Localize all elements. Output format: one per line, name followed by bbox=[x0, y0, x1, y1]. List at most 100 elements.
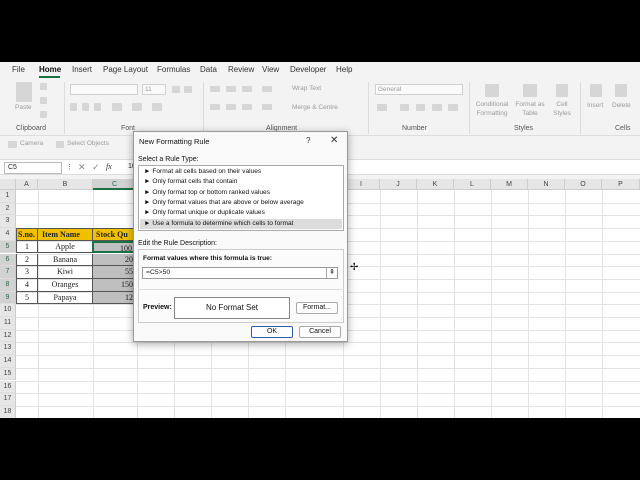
ok-button[interactable]: OK bbox=[251, 326, 293, 338]
tab-home[interactable]: Home bbox=[39, 65, 61, 74]
collapse-dialog-icon[interactable]: ⇞ bbox=[326, 268, 337, 278]
row-header[interactable]: 17 bbox=[0, 393, 16, 406]
cancel-entry-icon[interactable]: ✕ bbox=[78, 162, 86, 173]
align-left-icon[interactable] bbox=[210, 104, 220, 110]
insert-cells-icon[interactable] bbox=[590, 84, 602, 97]
column-header[interactable]: P bbox=[602, 179, 640, 190]
font-name-box[interactable] bbox=[70, 84, 138, 95]
row-header[interactable]: 4 bbox=[0, 228, 16, 241]
delete-cells-button[interactable]: Delete bbox=[612, 102, 631, 109]
row-header[interactable]: 11 bbox=[0, 317, 16, 330]
borders-icon[interactable] bbox=[112, 103, 122, 111]
table-cell-item[interactable]: Papaya bbox=[37, 291, 93, 305]
cell-styles-icon[interactable] bbox=[556, 84, 568, 97]
conditional-formatting-button[interactable]: Conditional Formatting bbox=[473, 100, 511, 118]
align-bottom-icon[interactable] bbox=[242, 86, 252, 92]
table-header-sno[interactable]: S.no. bbox=[16, 228, 38, 241]
confirm-entry-icon[interactable]: ✓ bbox=[92, 162, 100, 173]
conditional-formatting-icon[interactable] bbox=[485, 84, 499, 97]
name-box[interactable]: C5 bbox=[4, 162, 62, 174]
align-center-icon[interactable] bbox=[226, 104, 236, 110]
cell-styles-button[interactable]: Cell Styles bbox=[550, 100, 574, 118]
tab-help[interactable]: Help bbox=[336, 65, 352, 74]
percent-icon[interactable] bbox=[400, 104, 409, 111]
rule-type-item-selected[interactable]: ► Use a formula to determine which cells… bbox=[140, 218, 342, 229]
column-header[interactable]: M bbox=[491, 179, 528, 190]
decrease-font-icon[interactable] bbox=[184, 86, 192, 93]
row-header[interactable]: 18 bbox=[0, 405, 16, 418]
row-header[interactable]: 13 bbox=[0, 342, 16, 356]
table-header-stock[interactable]: Stock Qu bbox=[92, 228, 137, 241]
row-header[interactable]: 16 bbox=[0, 380, 16, 394]
tab-view[interactable]: View bbox=[262, 65, 279, 74]
insert-cells-button[interactable]: Insert bbox=[587, 102, 603, 109]
copy-icon[interactable] bbox=[40, 97, 47, 104]
row-header[interactable]: 3 bbox=[0, 215, 16, 229]
indent-icon[interactable] bbox=[262, 104, 272, 110]
paste-icon[interactable] bbox=[16, 82, 32, 102]
help-icon[interactable]: ? bbox=[306, 136, 310, 145]
align-right-icon[interactable] bbox=[242, 104, 252, 110]
insert-function-icon[interactable]: fx bbox=[106, 162, 112, 171]
table-cell-stock[interactable]: 12 bbox=[92, 291, 137, 305]
tab-file[interactable]: File bbox=[12, 65, 25, 74]
tab-page-layout[interactable]: Page Layout bbox=[103, 65, 148, 74]
increase-font-icon[interactable] bbox=[172, 86, 180, 93]
table-cell-sno[interactable]: 1 bbox=[16, 240, 38, 254]
fill-color-icon[interactable] bbox=[132, 103, 142, 111]
number-format-box[interactable]: General bbox=[375, 84, 463, 95]
column-header[interactable]: B bbox=[38, 179, 93, 190]
table-cell-stock[interactable]: 20 bbox=[92, 253, 137, 267]
table-cell-sno[interactable]: 4 bbox=[16, 278, 38, 292]
table-cell-item[interactable]: Banana bbox=[37, 253, 93, 267]
row-header[interactable]: 1 bbox=[0, 190, 16, 203]
format-as-table-icon[interactable] bbox=[523, 84, 537, 97]
tab-insert[interactable]: Insert bbox=[72, 65, 92, 74]
close-icon[interactable]: ✕ bbox=[330, 135, 338, 146]
row-header[interactable]: 6 bbox=[0, 253, 16, 267]
column-header[interactable]: I bbox=[343, 179, 380, 190]
table-cell-stock[interactable]: 100 bbox=[92, 240, 137, 254]
row-header[interactable]: 15 bbox=[0, 367, 16, 381]
select-objects-icon[interactable] bbox=[56, 141, 64, 148]
row-header[interactable]: 7 bbox=[0, 266, 16, 279]
table-header-item[interactable]: Item Name bbox=[37, 228, 93, 241]
table-cell-item[interactable]: Kiwi bbox=[37, 266, 93, 279]
row-header[interactable]: 14 bbox=[0, 355, 16, 368]
currency-icon[interactable] bbox=[377, 104, 387, 111]
cut-icon[interactable] bbox=[40, 83, 47, 90]
tab-data[interactable]: Data bbox=[200, 65, 217, 74]
column-header[interactable]: K bbox=[417, 179, 454, 190]
table-cell-item[interactable]: Apple bbox=[37, 240, 93, 254]
camera-button[interactable]: Camera bbox=[20, 140, 43, 147]
column-header[interactable]: N bbox=[528, 179, 565, 190]
comma-style-icon[interactable] bbox=[416, 104, 425, 111]
cancel-button[interactable]: Cancel bbox=[299, 326, 341, 338]
column-header[interactable]: L bbox=[454, 179, 491, 190]
format-painter-icon[interactable] bbox=[40, 111, 47, 118]
column-header[interactable]: O bbox=[565, 179, 602, 190]
row-header[interactable]: 12 bbox=[0, 329, 16, 343]
tab-formulas[interactable]: Formulas bbox=[157, 65, 190, 74]
merge-centre-button[interactable]: Merge & Centre bbox=[292, 104, 338, 111]
format-button[interactable]: Format... bbox=[296, 302, 338, 314]
wrap-text-button[interactable]: Wrap Text bbox=[292, 85, 321, 92]
column-header[interactable]: A bbox=[16, 179, 38, 190]
select-objects-button[interactable]: Select Objects bbox=[67, 140, 109, 147]
rule-type-item[interactable]: ► Format all cells based on their values bbox=[140, 167, 342, 177]
table-cell-stock[interactable]: 150 bbox=[92, 278, 137, 292]
tab-review[interactable]: Review bbox=[228, 65, 254, 74]
align-top-icon[interactable] bbox=[210, 86, 220, 92]
row-header[interactable]: 10 bbox=[0, 304, 16, 317]
rule-type-item[interactable]: ► Only format top or bottom ranked value… bbox=[140, 188, 342, 198]
table-cell-sno[interactable]: 2 bbox=[16, 253, 38, 267]
column-header[interactable]: J bbox=[380, 179, 417, 190]
tab-developer[interactable]: Developer bbox=[290, 65, 326, 74]
table-cell-sno[interactable]: 5 bbox=[16, 291, 38, 305]
delete-cells-icon[interactable] bbox=[615, 84, 627, 97]
camera-icon[interactable] bbox=[8, 141, 17, 148]
rule-type-item[interactable]: ► Only format cells that contain bbox=[140, 177, 342, 187]
increase-decimal-icon[interactable] bbox=[432, 104, 442, 111]
row-header[interactable]: 2 bbox=[0, 202, 16, 216]
table-cell-item[interactable]: Oranges bbox=[37, 278, 93, 292]
